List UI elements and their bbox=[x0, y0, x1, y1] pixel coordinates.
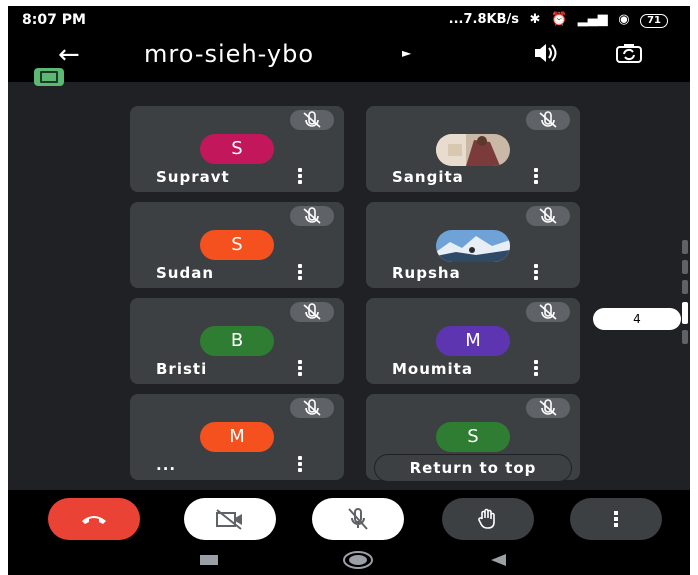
scroll-segment bbox=[682, 260, 688, 274]
participant-tile[interactable]: M ... bbox=[130, 394, 344, 480]
flip-camera-icon[interactable] bbox=[614, 42, 644, 70]
net-speed: ...7.8KB/s bbox=[448, 12, 519, 27]
more-vert-icon bbox=[614, 511, 618, 527]
mic-off-icon bbox=[526, 398, 570, 418]
more-vert-icon[interactable] bbox=[534, 168, 540, 186]
system-nav-bar bbox=[8, 546, 690, 575]
page-indicator: 4 bbox=[593, 308, 681, 330]
more-vert-icon[interactable] bbox=[298, 264, 304, 282]
mic-off-icon bbox=[526, 302, 570, 322]
meeting-code[interactable]: mro-sieh-ybo bbox=[144, 40, 314, 68]
camera-toggle-button[interactable] bbox=[184, 498, 276, 540]
status-time: 8:07 PM bbox=[22, 12, 86, 28]
more-vert-icon[interactable] bbox=[298, 168, 304, 186]
hand-icon bbox=[478, 508, 495, 529]
hang-up-icon bbox=[82, 516, 106, 524]
participant-name: Supravt bbox=[156, 168, 230, 186]
wifi-icon: ◉ bbox=[618, 12, 630, 27]
page-scrollbar[interactable] bbox=[682, 240, 688, 348]
caret-right-icon[interactable]: ► bbox=[402, 46, 411, 60]
meeting-header: ← mro-sieh-ybo ► bbox=[8, 34, 690, 82]
mic-off-icon bbox=[526, 206, 570, 226]
participant-tile[interactable]: S Supravt bbox=[130, 106, 344, 192]
end-call-button[interactable] bbox=[48, 498, 140, 540]
connection-chip-icon[interactable] bbox=[34, 68, 64, 86]
home-icon[interactable] bbox=[342, 550, 374, 570]
mic-off-icon bbox=[526, 110, 570, 130]
status-bar: 8:07 PM ...7.8KB/s ✱ ⏰ ▂▄▆ ◉ 71 bbox=[8, 6, 690, 34]
more-vert-icon[interactable] bbox=[298, 456, 304, 474]
avatar-photo bbox=[436, 134, 510, 166]
scroll-segment bbox=[682, 330, 688, 344]
meet-screen: 8:07 PM ...7.8KB/s ✱ ⏰ ▂▄▆ ◉ 71 ← mro-si… bbox=[8, 6, 690, 575]
more-vert-icon[interactable] bbox=[298, 360, 304, 378]
participant-name: Moumita bbox=[392, 360, 473, 378]
participant-name: ... bbox=[156, 456, 177, 474]
avatar: M bbox=[200, 422, 274, 452]
avatar: M bbox=[436, 326, 510, 356]
participant-tile[interactable]: M Moumita bbox=[366, 298, 580, 384]
more-vert-icon[interactable] bbox=[534, 264, 540, 282]
recents-icon[interactable] bbox=[198, 553, 220, 567]
avatar-photo bbox=[436, 230, 510, 262]
participant-name: Rupsha bbox=[392, 264, 461, 282]
scroll-segment bbox=[682, 280, 688, 294]
back-arrow-icon[interactable]: ← bbox=[58, 40, 80, 70]
back-nav-icon[interactable] bbox=[488, 552, 508, 568]
status-icons: ...7.8KB/s ✱ ⏰ ▂▄▆ ◉ 71 bbox=[443, 12, 668, 28]
avatar: S bbox=[200, 134, 274, 164]
raise-hand-button[interactable] bbox=[442, 498, 534, 540]
participant-tile[interactable]: S Sudan bbox=[130, 202, 344, 288]
mic-off-icon bbox=[348, 508, 368, 530]
participant-name: Sangita bbox=[392, 168, 464, 186]
mic-toggle-button[interactable] bbox=[312, 498, 404, 540]
speaker-icon[interactable] bbox=[532, 42, 560, 68]
alarm-icon: ⏰ bbox=[550, 12, 568, 27]
return-to-top-button[interactable]: Return to top bbox=[374, 454, 572, 482]
participant-name: Bristi bbox=[156, 360, 208, 378]
participant-tile[interactable]: Rupsha bbox=[366, 202, 580, 288]
avatar: S bbox=[436, 422, 510, 452]
mic-off-icon bbox=[290, 398, 334, 418]
mic-off-icon bbox=[290, 302, 334, 322]
battery-icon: 71 bbox=[640, 14, 668, 28]
mic-off-icon bbox=[290, 206, 334, 226]
more-options-button[interactable] bbox=[570, 498, 662, 540]
bluetooth-icon: ✱ bbox=[529, 12, 541, 27]
camera-off-icon bbox=[216, 509, 242, 530]
signal-icon: ▂▄▆ bbox=[577, 12, 608, 27]
avatar: B bbox=[200, 326, 274, 356]
call-controls bbox=[8, 490, 690, 546]
participant-tile[interactable]: B Bristi bbox=[130, 298, 344, 384]
scroll-segment bbox=[682, 240, 688, 254]
more-vert-icon[interactable] bbox=[534, 360, 540, 378]
participant-name: Sudan bbox=[156, 264, 215, 282]
avatar: S bbox=[200, 230, 274, 260]
participant-tile[interactable]: Sangita bbox=[366, 106, 580, 192]
scroll-thumb[interactable] bbox=[682, 302, 688, 324]
mic-off-icon bbox=[290, 110, 334, 130]
